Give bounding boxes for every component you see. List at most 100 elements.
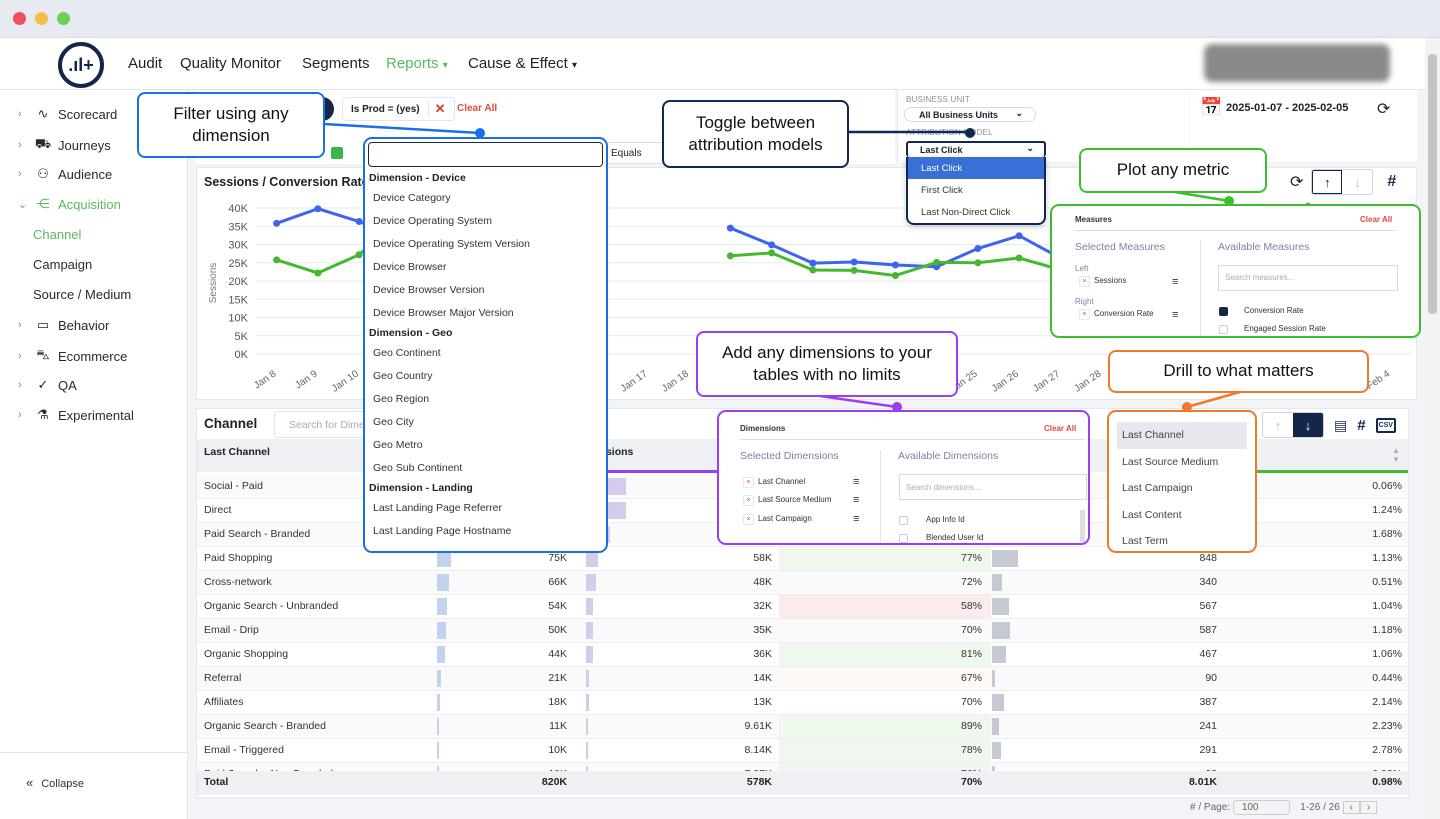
clear-filters-button[interactable]: Clear All	[457, 103, 497, 114]
data-point[interactable]	[809, 266, 817, 274]
arrow-down-icon[interactable]: ↓	[1293, 413, 1323, 437]
data-point[interactable]	[850, 266, 858, 274]
collapse-sidebar-button[interactable]: « Collapse	[26, 775, 84, 790]
table-row[interactable]: Organic Shopping 44K 36K 81% 467 1.06%	[197, 643, 1408, 667]
sidebar-item-qa[interactable]: › ✓ QA	[18, 377, 77, 393]
data-point[interactable]	[974, 245, 982, 253]
clear-measures-button[interactable]: Clear All	[1360, 215, 1392, 224]
data-point[interactable]	[850, 258, 858, 266]
business-unit-select[interactable]: All Business Units ⌄	[904, 107, 1036, 122]
table-row[interactable]: Cross-network 66K 48K 72% 340 0.51%	[197, 571, 1408, 595]
dimension-option[interactable]: Geo Sub Continent	[365, 457, 606, 480]
dimension-option[interactable]: Geo Country	[365, 365, 606, 388]
data-point[interactable]	[314, 205, 322, 213]
calendar-icon[interactable]: 📅	[1200, 97, 1222, 118]
data-point[interactable]	[768, 241, 776, 249]
hash-icon[interactable]: #	[1357, 417, 1365, 434]
refresh-icon[interactable]: ⟳	[1290, 172, 1303, 192]
hash-icon[interactable]: #	[1387, 173, 1396, 191]
dimension-option[interactable]: App Info Id	[926, 515, 965, 524]
table-row[interactable]: Referral 21K 14K 67% 90 0.44%	[197, 667, 1408, 691]
next-page-button[interactable]: ›	[1359, 801, 1378, 814]
drag-handle-icon[interactable]: ≡	[853, 494, 859, 506]
sidebar-item-audience[interactable]: › ⚇ Audience	[18, 166, 112, 182]
dimension-option[interactable]: Device Browser Version	[365, 279, 606, 302]
sidebar-item-journeys[interactable]: › ⛟ Journeys	[18, 136, 111, 154]
data-point[interactable]	[355, 251, 363, 259]
remove-icon[interactable]: ×	[1079, 309, 1090, 320]
attribution-option-last-non-direct[interactable]: Last Non-Direct Click	[908, 201, 1044, 223]
dimension-filter-search[interactable]	[368, 142, 603, 167]
table-row[interactable]: Affiliates 18K 13K 70% 387 2.14%	[197, 691, 1408, 715]
app-logo[interactable]: .ıl+	[58, 42, 104, 88]
dimension-option[interactable]: Geo Continent	[365, 342, 606, 365]
table-row[interactable]: Email - Triggered 10K 8.14K 78% 291 2.78%	[197, 739, 1408, 763]
drill-option-last-channel[interactable]: Last Channel	[1117, 422, 1247, 449]
drag-handle-icon[interactable]: ≡	[1172, 309, 1178, 321]
data-point[interactable]	[809, 259, 817, 267]
filter-chip[interactable]: Is Prod = (yes) ✕	[342, 97, 455, 121]
drag-handle-icon[interactable]: ≡	[853, 476, 859, 488]
data-point[interactable]	[273, 256, 281, 264]
nav-reports[interactable]: Reports ▾	[386, 55, 448, 72]
dimension-option[interactable]: Device Browser Major Version	[365, 302, 606, 325]
checkbox-unchecked[interactable]	[1219, 325, 1228, 334]
selected-dimension[interactable]: × Last Campaign	[743, 514, 812, 525]
nav-audit[interactable]: Audit	[128, 55, 162, 72]
dimension-option[interactable]: Device Operating System	[365, 210, 606, 233]
measure-option[interactable]: Conversion Rate	[1244, 306, 1304, 315]
selected-dimension[interactable]: × Last Channel	[743, 477, 805, 488]
search-measures-input[interactable]: Search measures...	[1218, 265, 1398, 291]
sidebar-subitem-campaign[interactable]: Campaign	[33, 257, 92, 272]
table-row[interactable]: Email - Drip 50K 35K 70% 587 1.18%	[197, 619, 1408, 643]
sort-arrows-icon[interactable]: ▲ ▼	[1392, 446, 1400, 464]
dimension-option[interactable]: Device Category	[365, 187, 606, 210]
dimension-option[interactable]: Geo Region	[365, 388, 606, 411]
dimension-option[interactable]: Device Browser	[365, 256, 606, 279]
attribution-select[interactable]: Last Click ⌄	[906, 141, 1046, 157]
sidebar-item-behavior[interactable]: › ▭ Behavior	[18, 317, 109, 333]
remove-icon[interactable]: ×	[1079, 276, 1090, 287]
dimension-option[interactable]: Geo Metro	[365, 434, 606, 457]
dimension-option[interactable]: Blended User Id	[926, 533, 983, 542]
drill-option-last-content[interactable]: Last Content	[1117, 502, 1247, 529]
attribution-option-last-click[interactable]: Last Click	[908, 157, 1044, 179]
scrollbar[interactable]	[1080, 510, 1085, 542]
window-close-button[interactable]	[13, 12, 26, 25]
dimension-option[interactable]: Last Landing Page Hostname	[365, 520, 606, 543]
checkbox-unchecked[interactable]	[899, 534, 908, 543]
data-point[interactable]	[355, 218, 363, 226]
checkbox-unchecked[interactable]	[899, 516, 908, 525]
data-point[interactable]	[726, 252, 734, 260]
dimension-option[interactable]: Device Operating System Version	[365, 233, 606, 256]
data-point[interactable]	[974, 259, 982, 267]
csv-export-icon[interactable]: CSV	[1375, 417, 1396, 433]
close-icon[interactable]: ✕	[427, 101, 446, 117]
data-point[interactable]	[891, 272, 899, 280]
user-profile-blurred[interactable]	[1204, 44, 1390, 82]
window-maximize-button[interactable]	[57, 12, 70, 25]
dimension-option[interactable]: Geo City	[365, 411, 606, 434]
sidebar-item-ecommerce[interactable]: › ⛍ Ecommerce	[18, 347, 127, 365]
date-range[interactable]: 2025-01-07 - 2025-02-05	[1226, 102, 1348, 114]
prev-page-button[interactable]: ‹	[1342, 801, 1360, 814]
arrow-up-icon[interactable]: ↑	[1263, 413, 1293, 437]
clear-dimensions-button[interactable]: Clear All	[1044, 424, 1076, 433]
nav-quality-monitor[interactable]: Quality Monitor	[180, 55, 281, 72]
data-point[interactable]	[933, 258, 941, 266]
per-page-select[interactable]: 100	[1232, 800, 1290, 815]
sidebar-subitem-source-medium[interactable]: Source / Medium	[33, 287, 131, 302]
data-point[interactable]	[726, 224, 734, 232]
drill-option-last-source-medium[interactable]: Last Source Medium	[1117, 449, 1247, 476]
sidebar-item-acquisition[interactable]: ⌄ ⋲ Acquisition	[18, 196, 121, 212]
dimension-option[interactable]: Last Landing Page Referrer	[365, 497, 606, 520]
refresh-icon[interactable]: ⟳	[1377, 99, 1390, 119]
table-view-icon[interactable]: ▤	[1334, 417, 1347, 434]
arrow-up-icon[interactable]: ↑	[1312, 170, 1343, 194]
checkbox-checked[interactable]	[1219, 307, 1228, 316]
window-minimize-button[interactable]	[35, 12, 48, 25]
data-point[interactable]	[1015, 254, 1023, 262]
sidebar-subitem-channel[interactable]: Channel	[33, 227, 81, 242]
attribution-option-first-click[interactable]: First Click	[908, 179, 1044, 201]
drag-handle-icon[interactable]: ≡	[1172, 276, 1178, 288]
